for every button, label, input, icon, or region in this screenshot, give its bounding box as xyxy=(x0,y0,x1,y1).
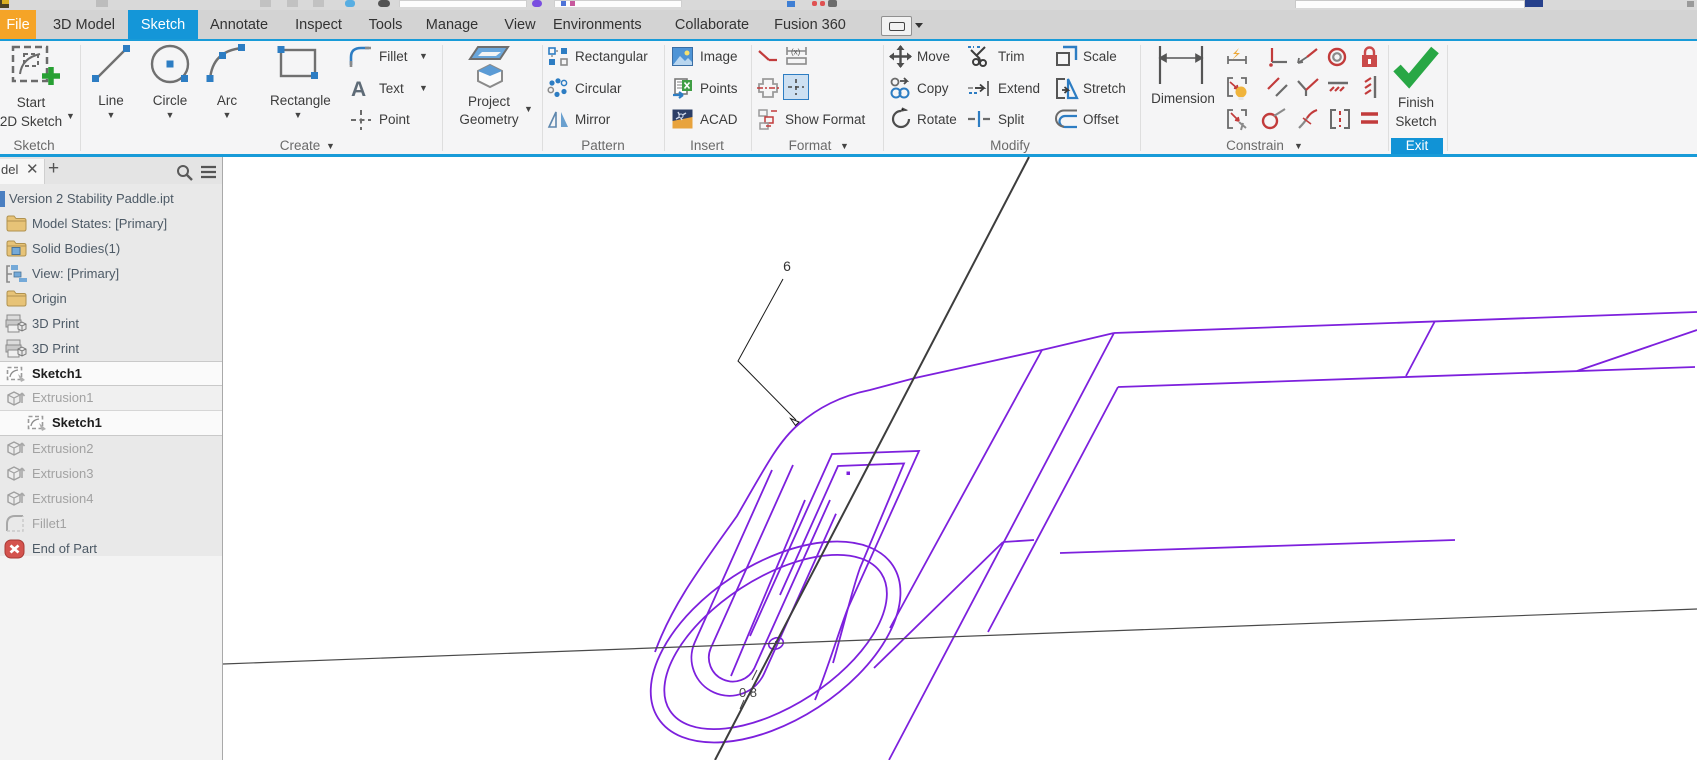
svg-text:0.8: 0.8 xyxy=(739,685,757,700)
svg-text:(x): (x) xyxy=(791,48,801,57)
svg-text:6: 6 xyxy=(783,258,791,274)
